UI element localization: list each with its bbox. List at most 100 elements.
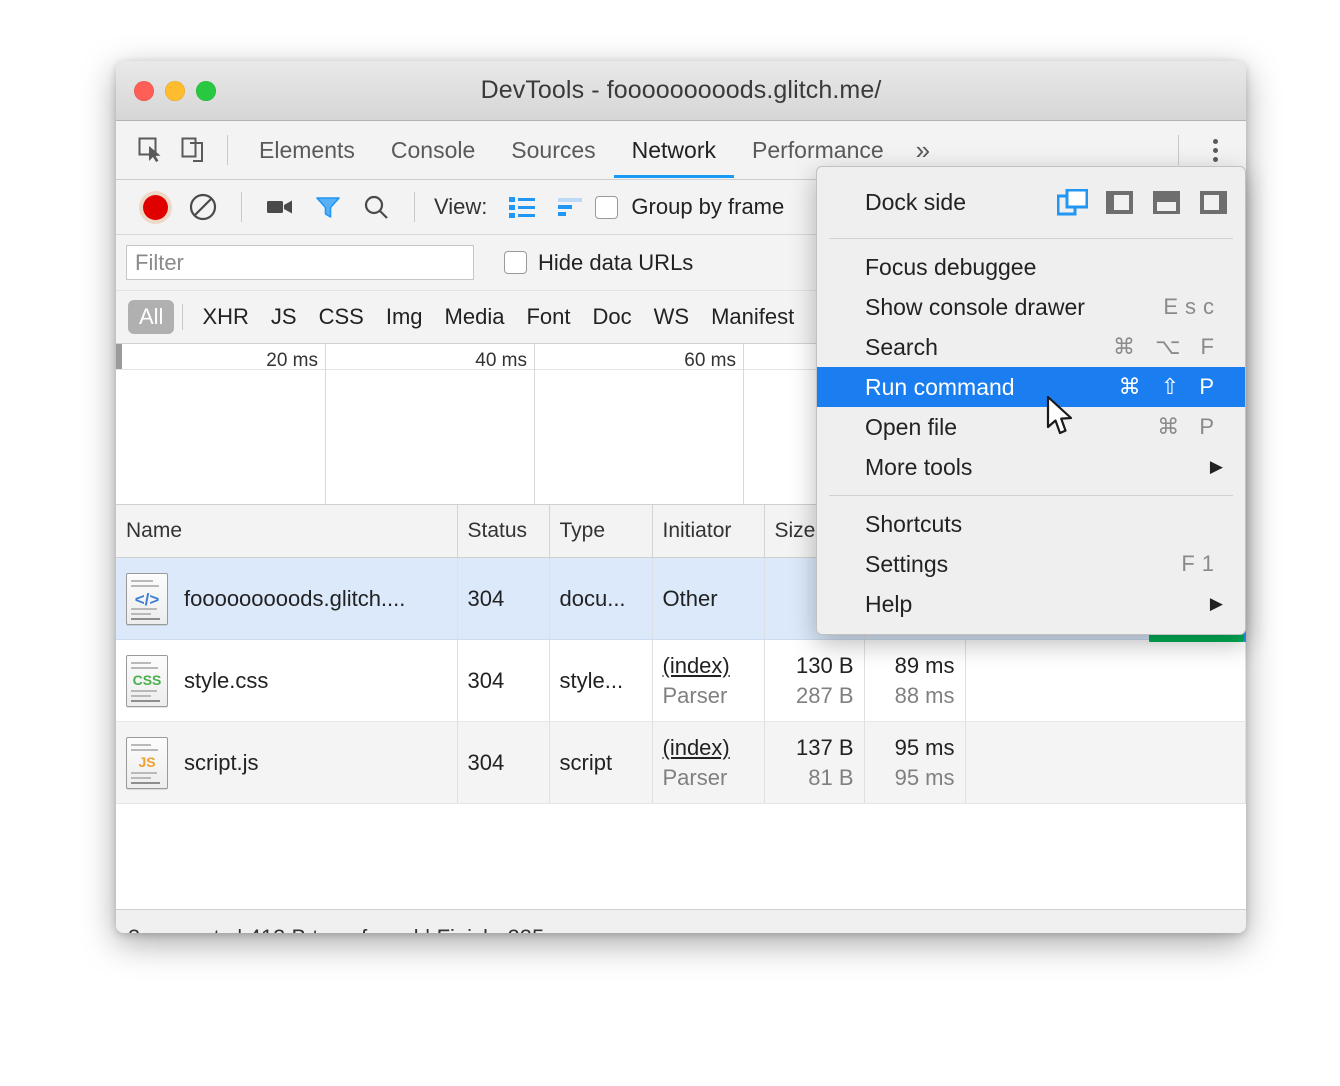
dock-to-left-icon[interactable] <box>1104 189 1135 216</box>
view-label: View: <box>434 194 487 220</box>
minimize-window-button[interactable] <box>165 81 185 101</box>
waterfall-view-icon[interactable] <box>547 185 593 229</box>
screenshot-root: DevTools - fooooooooods.glitch.me/ Eleme… <box>0 0 1340 1086</box>
dock-to-right-icon[interactable] <box>1198 189 1229 216</box>
toolbar-divider-3 <box>414 192 415 222</box>
cell-waterfall <box>965 722 1246 804</box>
cell-name[interactable]: JS script.js <box>116 722 457 804</box>
hide-data-urls-checkbox[interactable] <box>504 251 527 274</box>
menu-item-open-file[interactable]: Open file ⌘ P <box>817 407 1245 447</box>
menu-item-settings[interactable]: Settings F1 <box>817 544 1245 584</box>
cell-status: 304 <box>457 558 549 640</box>
type-filter-media[interactable]: Media <box>434 300 516 334</box>
toolbar-divider-2 <box>241 192 242 222</box>
close-window-button[interactable] <box>134 81 154 101</box>
tab-sources[interactable]: Sources <box>493 122 613 178</box>
cell-time: 95 ms 95 ms <box>864 722 965 804</box>
toolbar-divider <box>227 135 228 165</box>
type-filter-doc[interactable]: Doc <box>581 300 642 334</box>
submenu-arrow-icon: ▶ <box>1210 594 1223 614</box>
time-sub: 88 ms <box>895 681 955 711</box>
table-row[interactable]: JS script.js 304 script (index) Parser <box>116 722 1246 804</box>
time-value: 89 ms <box>895 651 955 681</box>
more-options-kebab-icon[interactable] <box>1192 129 1238 171</box>
filter-icon[interactable] <box>305 185 351 229</box>
timeline-tick-40ms: 40 ms <box>325 344 535 504</box>
type-filter-font[interactable]: Font <box>515 300 581 334</box>
cell-status: 304 <box>457 722 549 804</box>
cell-initiator[interactable]: (index) Parser <box>652 640 764 722</box>
record-button[interactable] <box>132 185 178 229</box>
menu-item-show-console-drawer[interactable]: Show console drawer Esc <box>817 287 1245 327</box>
menu-separator-2 <box>829 495 1233 496</box>
type-filter-ws[interactable]: WS <box>643 300 700 334</box>
timeline-tick-20ms: 20 ms <box>116 344 326 504</box>
cell-initiator: Other <box>652 558 764 640</box>
dock-to-bottom-icon[interactable] <box>1151 189 1182 216</box>
type-filter-manifest[interactable]: Manifest <box>700 300 805 334</box>
list-view-icon[interactable] <box>499 185 545 229</box>
js-file-icon: JS <box>126 737 168 789</box>
menu-item-shortcut: ⌘ ⌥ F <box>1113 334 1223 360</box>
cell-waterfall <box>965 640 1246 722</box>
time-sub: 95 ms <box>895 763 955 793</box>
menu-item-run-command[interactable]: Run command ⌘ ⇧ P <box>817 367 1245 407</box>
type-filter-js[interactable]: JS <box>260 300 308 334</box>
menu-item-help[interactable]: Help ▶ <box>817 584 1245 624</box>
initiator-link[interactable]: (index) <box>663 733 754 763</box>
menu-item-search[interactable]: Search ⌘ ⌥ F <box>817 327 1245 367</box>
group-by-frame-checkbox[interactable] <box>595 196 618 219</box>
column-header-initiator[interactable]: Initiator <box>652 505 764 558</box>
tab-console[interactable]: Console <box>373 122 493 178</box>
menu-item-label: Run command <box>865 374 1119 401</box>
undock-into-separate-window-icon[interactable] <box>1057 189 1088 216</box>
cell-size: 137 B 81 B <box>764 722 864 804</box>
group-by-frame-label: Group by frame <box>631 194 784 220</box>
capture-screenshots-icon[interactable] <box>257 185 303 229</box>
submenu-arrow-icon: ▶ <box>1210 457 1223 477</box>
type-filter-css[interactable]: CSS <box>308 300 375 334</box>
menu-item-label: Show console drawer <box>865 294 1163 321</box>
type-filter-img[interactable]: Img <box>375 300 434 334</box>
device-toolbar-icon[interactable] <box>172 129 214 171</box>
menu-item-more-tools[interactable]: More tools ▶ <box>817 447 1245 487</box>
menu-item-focus-debuggee[interactable]: Focus debuggee <box>817 247 1245 287</box>
initiator-sub: Parser <box>663 763 754 793</box>
type-filter-all[interactable]: All <box>128 300 174 334</box>
window-controls <box>134 81 216 101</box>
dock-side-label: Dock side <box>865 189 1057 216</box>
menu-item-label: Open file <box>865 414 1157 441</box>
cell-name[interactable]: CSS style.css <box>116 640 457 722</box>
clear-icon[interactable] <box>180 185 226 229</box>
cell-name[interactable]: </> fooooooooods.glitch.... <box>116 558 457 640</box>
column-header-name[interactable]: Name <box>116 505 457 558</box>
menu-item-shortcuts[interactable]: Shortcuts <box>817 504 1245 544</box>
dock-side-options <box>1057 189 1229 216</box>
css-file-icon: CSS <box>126 655 168 707</box>
inspect-element-icon[interactable] <box>130 129 172 171</box>
initiator-link[interactable]: (index) <box>663 651 754 681</box>
window-title: DevTools - fooooooooods.glitch.me/ <box>116 76 1246 105</box>
menu-separator <box>829 238 1233 239</box>
size-sub: 287 B <box>796 681 854 711</box>
zoom-window-button[interactable] <box>196 81 216 101</box>
timeline-tick-label: 40 ms <box>475 350 527 372</box>
table-row[interactable]: CSS style.css 304 style... (index) Parse… <box>116 640 1246 722</box>
tabstrip-divider <box>1178 135 1179 165</box>
search-icon[interactable] <box>353 185 399 229</box>
column-header-status[interactable]: Status <box>457 505 549 558</box>
menu-item-label: Search <box>865 334 1113 361</box>
filter-input[interactable]: Filter <box>126 245 474 280</box>
cell-initiator[interactable]: (index) Parser <box>652 722 764 804</box>
window-titlebar: DevTools - fooooooooods.glitch.me/ <box>116 61 1246 121</box>
column-header-type[interactable]: Type <box>549 505 652 558</box>
network-status-bar: 3 requests | 413 B transferred | Finish:… <box>116 909 1246 933</box>
devtools-main-menu: Dock side <box>816 166 1246 635</box>
tab-network[interactable]: Network <box>614 122 734 178</box>
menu-item-shortcut: Esc <box>1163 294 1223 320</box>
type-filter-xhr[interactable]: XHR <box>191 300 259 334</box>
menu-item-label: Focus debuggee <box>865 254 1221 281</box>
hide-data-urls-label: Hide data URLs <box>538 250 693 276</box>
status-summary: 3 requests | 413 B transferred | Finish:… <box>128 925 580 934</box>
tab-elements[interactable]: Elements <box>241 122 373 178</box>
